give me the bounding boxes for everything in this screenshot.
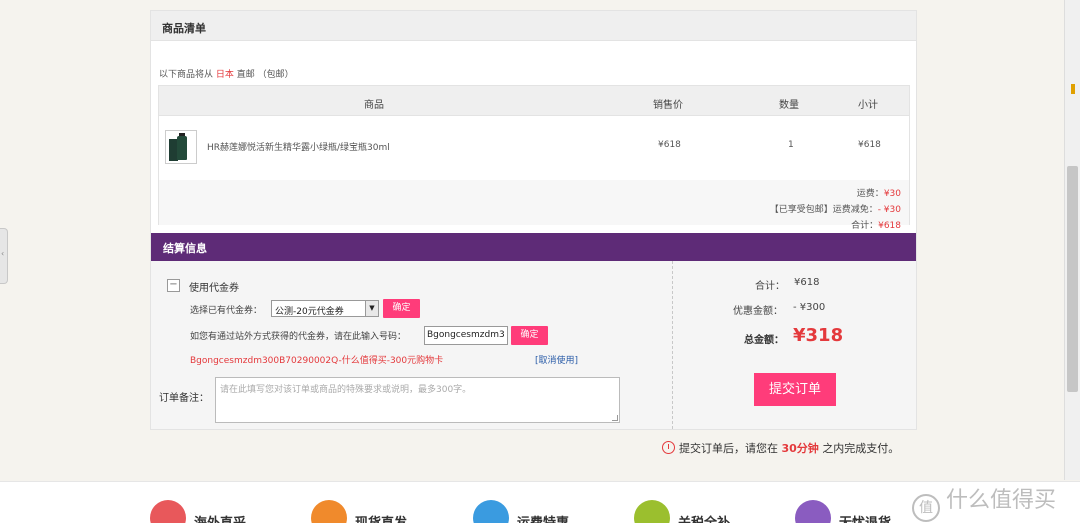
applied-coupon: Bgongcesmzdm300B70290002Q-什么值得买-300元购物卡 — [190, 356, 444, 366]
product-subtotal: ¥618 — [858, 140, 881, 150]
feature-label: 运费特惠 — [517, 512, 569, 523]
checkout-area: − 使用代金券 选择已有代金券： 公测-20元代金券 ▼ 确定 如您有通过站外方… — [151, 261, 916, 429]
coupon-select-value: 公测-20元代金券 — [275, 307, 344, 317]
grand-total-value: ¥318 — [793, 325, 844, 346]
feature-label: 无忧退货 — [839, 512, 891, 523]
product-table: 商品 销售价 数量 小计 HR赫莲娜悦活新生精华露小绿瓶/绿宝瓶30ml ¥61… — [158, 85, 910, 231]
smile-logo-icon: 值 — [912, 494, 940, 522]
ship-note-suffix: 直邮 （包邮） — [236, 70, 294, 80]
use-coupon-label: 使用代金券 — [189, 283, 239, 294]
shipping-waiver: 【已享受包邮】运费减免：- ¥30 — [769, 205, 901, 215]
feature-label: 关税全补 — [678, 512, 730, 523]
rocket-icon — [311, 500, 347, 523]
coupon-select[interactable]: 公测-20元代金券 ▼ — [271, 300, 379, 317]
coupon-code-input[interactable]: Bgongcesmzdm3 — [424, 326, 508, 345]
order-note-placeholder: 请在此填写您对该订单或商品的特殊要求或说明，最多300字。 — [220, 385, 472, 395]
ship-note: 以下商品将从 日本 直邮 （包邮） — [159, 67, 294, 80]
product-list-title: 商品清单 — [162, 22, 206, 35]
fee-summary: 运费：¥30 【已享受包邮】运费减免：- ¥30 合计：¥618 — [159, 180, 909, 231]
scroll-marker — [1071, 84, 1075, 94]
money-bag-icon — [634, 500, 670, 523]
order-note-label: 订单备注： — [159, 393, 209, 404]
confirm-select-button[interactable]: 确定 — [383, 299, 420, 318]
scrollbar[interactable] — [1064, 0, 1080, 480]
watermark: 值什么值得买 — [912, 482, 1056, 522]
sum-value: ¥618 — [794, 277, 820, 288]
sum-label: 合计： — [755, 281, 785, 292]
deadline-time: 30分钟 — [781, 442, 819, 455]
select-coupon-label: 选择已有代金券： — [190, 306, 263, 316]
submit-order-button[interactable]: 提交订单 — [754, 373, 836, 406]
ship-origin: 日本 — [215, 70, 234, 80]
product-list-header: 商品清单 — [151, 11, 916, 41]
watermark-text: 什么值得买 — [946, 488, 1057, 513]
discount-label: 优惠金额： — [733, 306, 783, 317]
col-subtotal: 小计 — [858, 100, 878, 111]
table-header: 商品 销售价 数量 小计 — [159, 86, 909, 116]
checkout-header: 结算信息 — [151, 233, 916, 261]
resize-handle-icon[interactable] — [612, 415, 618, 421]
chevron-left-icon: ‹ — [1, 249, 5, 258]
col-qty: 数量 — [779, 100, 799, 111]
heart-icon — [795, 500, 831, 523]
product-price: ¥618 — [658, 140, 681, 150]
list-total: 合计：¥618 — [851, 221, 901, 231]
grand-total-label: 总金额： — [744, 335, 784, 346]
payment-deadline: 提交订单后，请您在 30分钟 之内完成支付。 — [662, 440, 899, 456]
order-panel: 商品清单 以下商品将从 日本 直邮 （包邮） 商品 销售价 数量 小计 HR赫莲… — [150, 10, 917, 430]
divider — [672, 261, 673, 429]
product-qty: 1 — [788, 140, 794, 150]
product-name-link[interactable]: HR赫莲娜悦活新生精华露小绿瓶/绿宝瓶30ml — [207, 140, 390, 153]
feature-label: 海外直采 — [194, 512, 246, 523]
order-note-textarea[interactable]: 请在此填写您对该订单或商品的特殊要求或说明，最多300字。 — [215, 377, 620, 423]
shipping-fee: 运费：¥30 — [856, 189, 901, 199]
checkout-title: 结算信息 — [163, 242, 207, 255]
product-thumbnail[interactable] — [165, 130, 197, 164]
deadline-suffix: 之内完成支付。 — [822, 442, 900, 455]
collapse-coupon-toggle[interactable]: − — [167, 279, 180, 292]
bag-icon — [150, 500, 186, 523]
top-strip — [0, 0, 1080, 10]
feature-label: 现货直发 — [355, 512, 407, 523]
deadline-prefix: 提交订单后，请您在 — [679, 442, 778, 455]
side-collapse-tab[interactable]: ‹ — [0, 228, 8, 284]
col-product: 商品 — [364, 100, 384, 111]
col-price: 销售价 — [653, 100, 683, 111]
confirm-code-button[interactable]: 确定 — [511, 326, 548, 345]
truck-icon — [473, 500, 509, 523]
ship-note-prefix: 以下商品将从 — [159, 70, 214, 80]
cancel-coupon-link[interactable]: [取消使用] — [535, 353, 578, 366]
chevron-down-icon[interactable]: ▼ — [365, 301, 378, 316]
code-prompt: 如您有通过站外方式获得的代金券，请在此输入号码： — [190, 332, 407, 342]
discount-value: - ¥300 — [793, 302, 826, 313]
clock-icon — [662, 441, 675, 454]
scroll-thumb[interactable] — [1067, 166, 1078, 392]
